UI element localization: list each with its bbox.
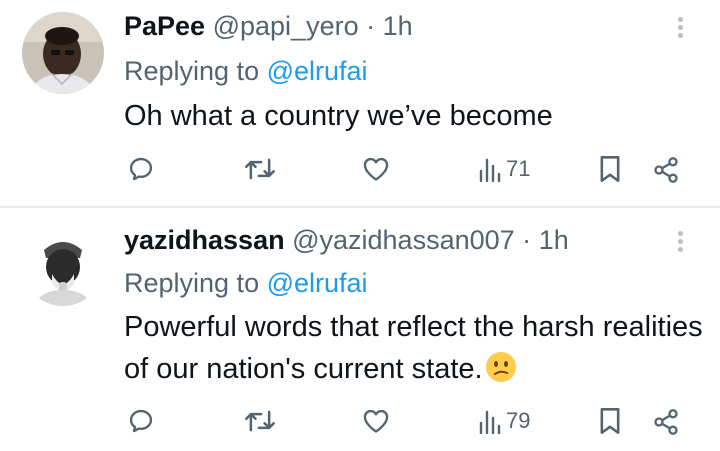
reply-icon <box>129 409 153 433</box>
share-button[interactable] <box>652 408 680 436</box>
share-icon <box>654 157 678 183</box>
share-button[interactable] <box>652 156 680 184</box>
views-icon <box>479 158 501 182</box>
views-icon <box>479 410 501 434</box>
bookmark-icon <box>600 156 620 182</box>
separator-dot: · <box>522 225 532 255</box>
timestamp[interactable]: 1h <box>539 225 569 255</box>
tweet-text-content: Powerful words that reflect the harsh re… <box>124 311 703 385</box>
tweet-header: PaPee @papi_yero · 1h <box>124 10 413 42</box>
bookmark-icon <box>600 408 620 434</box>
replying-to-label: Replying to <box>124 56 267 86</box>
more-icon[interactable] <box>672 226 688 258</box>
mention-link[interactable]: @elrufai <box>267 56 368 86</box>
avatar[interactable] <box>22 224 104 306</box>
display-name[interactable]: PaPee <box>124 11 205 41</box>
retweet-button[interactable] <box>244 408 276 434</box>
replying-to: Replying to @elrufai <box>124 55 368 87</box>
like-icon <box>363 157 389 181</box>
separator-dot: · <box>366 11 376 41</box>
reply-button[interactable] <box>127 155 155 183</box>
retweet-icon <box>245 158 275 180</box>
reply-button[interactable] <box>127 407 155 435</box>
retweet-button[interactable] <box>244 156 276 182</box>
avatar[interactable] <box>22 12 104 94</box>
bookmark-button[interactable] <box>598 407 622 435</box>
mention-link[interactable]: @elrufai <box>267 268 368 298</box>
like-button[interactable] <box>362 156 390 182</box>
display-name[interactable]: yazidhassan <box>124 225 285 255</box>
tweet-text: Powerful words that reflect the harsh re… <box>124 306 704 390</box>
views-button[interactable]: 71 <box>478 156 530 182</box>
user-handle[interactable]: @yazidhassan007 <box>292 225 515 255</box>
bookmark-button[interactable] <box>598 155 622 183</box>
more-icon[interactable] <box>672 12 688 44</box>
views-count: 79 <box>506 408 531 433</box>
views-button[interactable]: 79 <box>478 408 530 434</box>
like-icon <box>363 409 389 433</box>
reply-icon <box>129 157 153 181</box>
tweet[interactable]: PaPee @papi_yero · 1h Replying to @elruf… <box>0 0 720 207</box>
tweet[interactable]: yazidhassan @yazidhassan007 · 1h Replyin… <box>0 208 720 451</box>
user-handle[interactable]: @papi_yero <box>213 11 359 41</box>
tweet-text: Oh what a country we’ve become <box>124 95 704 137</box>
views-count: 71 <box>506 156 531 181</box>
like-button[interactable] <box>362 408 390 434</box>
tweet-header: yazidhassan @yazidhassan007 · 1h <box>124 224 569 256</box>
replying-to: Replying to @elrufai <box>124 267 368 299</box>
retweet-icon <box>245 410 275 432</box>
confused-face-emoji <box>485 352 516 382</box>
replying-to-label: Replying to <box>124 268 267 298</box>
tweet-text-content: Oh what a country we’ve become <box>124 100 553 132</box>
share-icon <box>654 409 678 435</box>
timestamp[interactable]: 1h <box>383 11 413 41</box>
